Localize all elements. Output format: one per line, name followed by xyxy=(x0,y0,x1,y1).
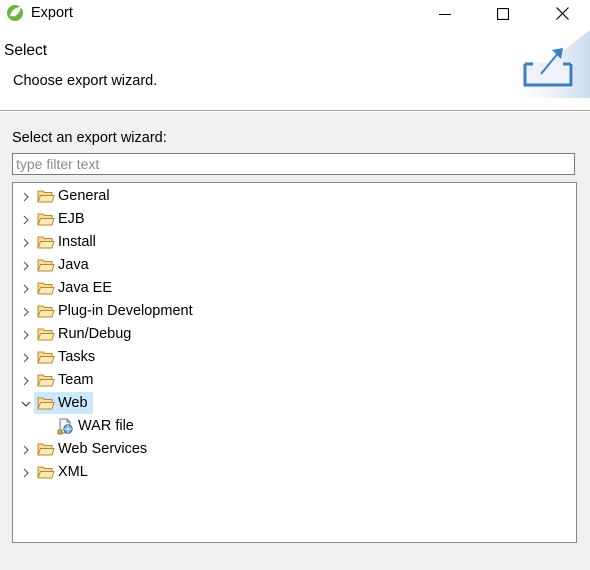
chevron-right-icon[interactable] xyxy=(19,185,33,208)
chevron-down-icon[interactable] xyxy=(19,392,33,415)
header-separator-highlight xyxy=(0,111,590,112)
chevron-right-icon[interactable] xyxy=(19,277,33,300)
folder-icon xyxy=(37,190,55,203)
tree-item-run-debug[interactable]: Run/Debug xyxy=(13,323,576,346)
folder-icon xyxy=(37,443,55,456)
tree-item-war-file[interactable]: WAR file xyxy=(13,415,576,438)
folder-icon xyxy=(37,466,55,479)
filter-input[interactable] xyxy=(12,153,575,175)
tree-item-label: Web xyxy=(58,395,88,411)
folder-icon xyxy=(37,213,55,226)
chevron-right-icon[interactable] xyxy=(19,254,33,277)
page-title: Select xyxy=(4,42,48,59)
folder-icon xyxy=(37,328,55,341)
chevron-right-icon[interactable] xyxy=(19,369,33,392)
tree-item-tasks[interactable]: Tasks xyxy=(13,346,576,369)
tree-item-label: EJB xyxy=(58,211,85,227)
tree-item-install[interactable]: Install xyxy=(13,231,576,254)
tree-item-java[interactable]: Java xyxy=(13,254,576,277)
page-description: Choose export wizard. xyxy=(13,73,158,89)
chevron-right-icon[interactable] xyxy=(19,438,33,461)
maximize-button[interactable] xyxy=(480,0,526,27)
tree-item-general[interactable]: General xyxy=(13,185,576,208)
tree-item-web-services[interactable]: Web Services xyxy=(13,438,576,461)
folder-icon xyxy=(37,305,55,318)
tree-item-label: Web Services xyxy=(58,441,148,457)
minimize-icon xyxy=(439,13,451,15)
folder-open-icon xyxy=(37,397,55,410)
minimize-button[interactable] xyxy=(422,0,468,27)
tree-item-label: XML xyxy=(58,464,88,480)
tree-item-label: Java xyxy=(58,257,89,273)
tree-item-label: Install xyxy=(58,234,96,250)
chevron-right-icon[interactable] xyxy=(19,300,33,323)
tree-item-label: Plug-in Development xyxy=(58,303,193,319)
folder-icon xyxy=(37,282,55,295)
chevron-right-icon[interactable] xyxy=(19,461,33,484)
folder-icon xyxy=(37,351,55,364)
wizard-prompt: Select an export wizard: xyxy=(12,130,167,146)
window-title: Export xyxy=(31,5,73,21)
chevron-right-icon[interactable] xyxy=(19,208,33,231)
tree-item-web[interactable]: Web xyxy=(13,392,576,415)
tree-item-java-ee[interactable]: Java EE xyxy=(13,277,576,300)
wizard-tree[interactable]: General EJB Install Java Java EE Plug-in… xyxy=(12,182,577,543)
folder-icon xyxy=(37,259,55,272)
tree-item-label: Java EE xyxy=(58,280,112,296)
tree-item-label: Team xyxy=(58,372,94,388)
tree-item-label: Run/Debug xyxy=(58,326,132,342)
chevron-right-icon[interactable] xyxy=(19,231,33,254)
tree-item-ejb[interactable]: EJB xyxy=(13,208,576,231)
close-button[interactable] xyxy=(539,0,585,27)
war-file-icon xyxy=(57,418,73,435)
tree-item-team[interactable]: Team xyxy=(13,369,576,392)
folder-icon xyxy=(37,236,55,249)
tree-item-plug-in-development[interactable]: Plug-in Development xyxy=(13,300,576,323)
wizard-header: Select Choose export wizard. xyxy=(0,27,590,110)
close-icon xyxy=(555,7,569,20)
maximize-icon xyxy=(497,7,509,20)
chevron-right-icon[interactable] xyxy=(19,346,33,369)
tree-item-label: WAR file xyxy=(78,418,134,434)
chevron-right-icon[interactable] xyxy=(19,323,33,346)
tree-item-label: General xyxy=(58,188,110,204)
export-banner-icon xyxy=(515,30,590,98)
spring-leaf-icon xyxy=(7,5,23,21)
folder-icon xyxy=(37,374,55,387)
title-bar: Export xyxy=(0,0,590,27)
tree-item-xml[interactable]: XML xyxy=(13,461,576,484)
tree-item-label: Tasks xyxy=(58,349,96,365)
